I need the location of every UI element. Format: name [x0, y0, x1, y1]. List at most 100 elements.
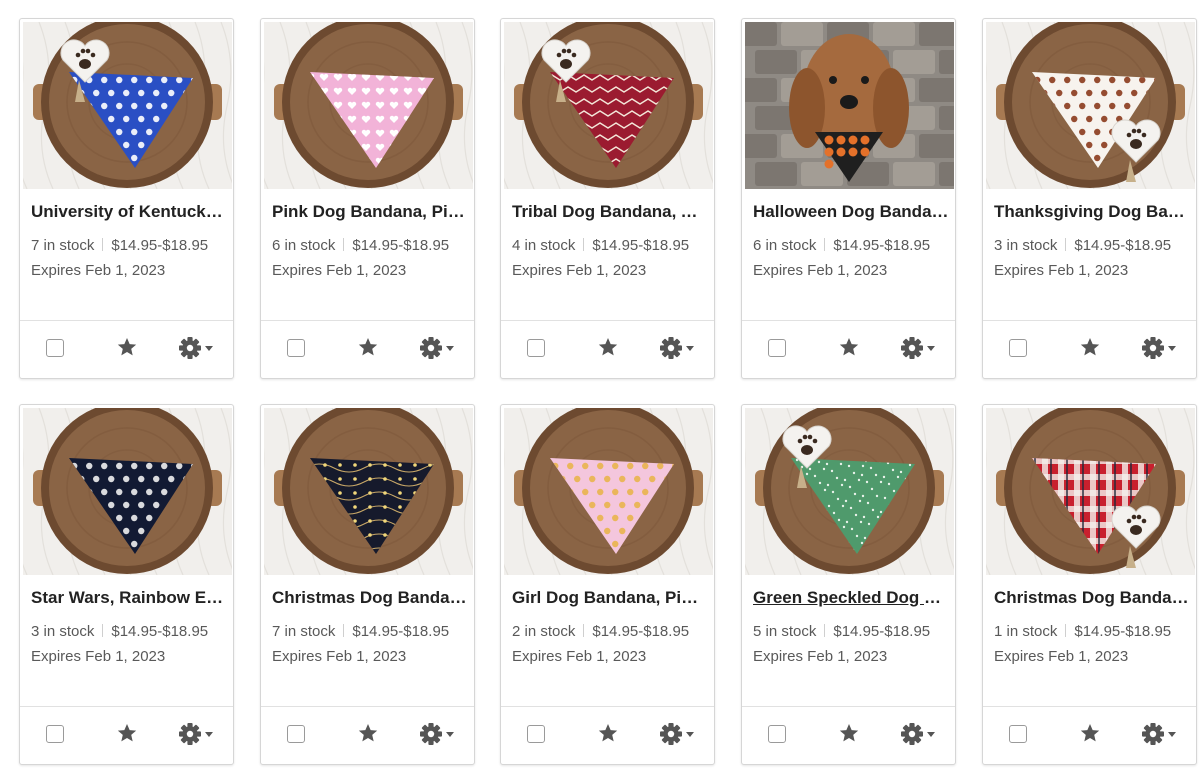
meta-divider	[102, 238, 104, 251]
select-checkbox[interactable]	[1009, 725, 1027, 743]
listing-thumbnail[interactable]	[986, 408, 1195, 575]
meta-divider	[343, 624, 345, 637]
select-checkbox[interactable]	[287, 339, 305, 357]
listing-stock: 7 in stock	[31, 237, 95, 254]
listing-stock: 1 in stock	[994, 623, 1058, 640]
meta-divider	[583, 238, 585, 251]
listing-thumbnail[interactable]	[504, 408, 713, 575]
listing-card: Girl Dog Bandana, Pink Cupcakes 2 in sto…	[500, 404, 715, 765]
listing-actions	[742, 320, 955, 378]
chevron-down-icon	[686, 346, 694, 351]
listing-title[interactable]: Christmas Dog Bandana, Plaid	[994, 587, 1190, 609]
listing-actions	[501, 320, 714, 378]
select-checkbox[interactable]	[287, 725, 305, 743]
select-checkbox[interactable]	[46, 725, 64, 743]
select-checkbox[interactable]	[1009, 339, 1027, 357]
gear-icon[interactable]	[419, 722, 459, 746]
listing-stock: 6 in stock	[753, 237, 817, 254]
listing-title[interactable]: Halloween Dog Bandana, Pumpkins	[753, 201, 949, 223]
gear-icon[interactable]	[659, 336, 699, 360]
listing-title[interactable]: Girl Dog Bandana, Pink Cupcakes	[512, 587, 708, 609]
listing-meta: 7 in stock $14.95-$18.95	[31, 236, 208, 256]
chevron-down-icon	[446, 346, 454, 351]
star-icon[interactable]	[838, 722, 860, 744]
listing-thumbnail[interactable]	[264, 408, 473, 575]
gear-icon[interactable]	[178, 722, 218, 746]
listing-card: University of Kentucky Dog Bandana, Over…	[19, 18, 234, 379]
listing-meta: 7 in stock $14.95-$18.95	[272, 622, 449, 642]
gear-icon[interactable]	[900, 336, 940, 360]
gear-icon[interactable]	[419, 336, 459, 360]
listing-expiry: Expires Feb 1, 2023	[512, 262, 647, 279]
listing-title[interactable]: Tribal Dog Bandana, Aztec	[512, 201, 708, 223]
gear-icon[interactable]	[1141, 722, 1181, 746]
listing-actions	[261, 706, 474, 764]
listing-thumbnail[interactable]	[745, 408, 954, 575]
listing-stock: 3 in stock	[994, 237, 1058, 254]
listing-price: $14.95-$18.95	[1074, 237, 1172, 254]
gear-icon[interactable]	[900, 722, 940, 746]
listing-card: Halloween Dog Bandana, Pumpkins 6 in sto…	[741, 18, 956, 379]
listings-grid: University of Kentucky Dog Bandana, Over…	[0, 0, 1200, 782]
star-icon[interactable]	[1079, 336, 1101, 358]
star-icon[interactable]	[1079, 722, 1101, 744]
listing-actions	[20, 320, 233, 378]
select-checkbox[interactable]	[527, 339, 545, 357]
listing-thumbnail[interactable]	[745, 22, 954, 189]
listing-title[interactable]: University of Kentucky Dog Bandana, Over…	[31, 201, 227, 223]
listing-meta: 6 in stock $14.95-$18.95	[753, 236, 930, 256]
listing-card: Thanksgiving Dog Bandana, Turkeys 3 in s…	[982, 18, 1197, 379]
star-icon[interactable]	[597, 722, 619, 744]
listing-price: $14.95-$18.95	[352, 237, 450, 254]
star-icon[interactable]	[357, 336, 379, 358]
star-icon[interactable]	[597, 336, 619, 358]
listing-meta: 6 in stock $14.95-$18.95	[272, 236, 449, 256]
listing-price: $14.95-$18.95	[352, 623, 450, 640]
listing-expiry: Expires Feb 1, 2023	[994, 648, 1129, 665]
listing-expiry: Expires Feb 1, 2023	[512, 648, 647, 665]
listing-title[interactable]: Pink Dog Bandana, Pink Hearts	[272, 201, 468, 223]
listing-thumbnail[interactable]	[986, 22, 1195, 189]
listing-thumbnail[interactable]	[504, 22, 713, 189]
listing-stock: 7 in stock	[272, 623, 336, 640]
listing-thumbnail[interactable]	[23, 22, 232, 189]
chevron-down-icon	[927, 732, 935, 737]
listing-card: Star Wars, Rainbow Edition Dog Bandana 3…	[19, 404, 234, 765]
listing-meta: 5 in stock $14.95-$18.95	[753, 622, 930, 642]
meta-divider	[1065, 624, 1067, 637]
listing-title[interactable]: Green Speckled Dog Bandana	[753, 587, 949, 609]
listing-thumbnail[interactable]	[264, 22, 473, 189]
listing-expiry: Expires Feb 1, 2023	[272, 648, 407, 665]
gear-icon[interactable]	[178, 336, 218, 360]
listing-card: Christmas Dog Bandana, Plaid 1 in stock $…	[982, 404, 1197, 765]
listing-card: Green Speckled Dog Bandana 5 in stock $14…	[741, 404, 956, 765]
star-icon[interactable]	[838, 336, 860, 358]
listing-thumbnail[interactable]	[23, 408, 232, 575]
chevron-down-icon	[205, 346, 213, 351]
listing-meta: 3 in stock $14.95-$18.95	[994, 236, 1171, 256]
listing-title[interactable]: Star Wars, Rainbow Edition Dog Bandana	[31, 587, 227, 609]
listing-price: $14.95-$18.95	[833, 237, 931, 254]
listing-actions	[501, 706, 714, 764]
gear-icon[interactable]	[659, 722, 699, 746]
star-icon[interactable]	[357, 722, 379, 744]
select-checkbox[interactable]	[527, 725, 545, 743]
listing-title[interactable]: Thanksgiving Dog Bandana, Turkeys	[994, 201, 1190, 223]
select-checkbox[interactable]	[46, 339, 64, 357]
listing-price: $14.95-$18.95	[592, 623, 690, 640]
listing-expiry: Expires Feb 1, 2023	[31, 262, 166, 279]
select-checkbox[interactable]	[768, 339, 786, 357]
listing-expiry: Expires Feb 1, 2023	[753, 262, 888, 279]
listing-title[interactable]: Christmas Dog Bandana, Lights	[272, 587, 468, 609]
star-icon[interactable]	[116, 722, 138, 744]
listing-card: Pink Dog Bandana, Pink Hearts 6 in stock…	[260, 18, 475, 379]
listing-stock: 2 in stock	[512, 623, 576, 640]
listing-stock: 6 in stock	[272, 237, 336, 254]
meta-divider	[1065, 238, 1067, 251]
select-checkbox[interactable]	[768, 725, 786, 743]
listing-stock: 4 in stock	[512, 237, 576, 254]
listing-price: $14.95-$18.95	[833, 623, 931, 640]
star-icon[interactable]	[116, 336, 138, 358]
gear-icon[interactable]	[1141, 336, 1181, 360]
listing-meta: 2 in stock $14.95-$18.95	[512, 622, 689, 642]
